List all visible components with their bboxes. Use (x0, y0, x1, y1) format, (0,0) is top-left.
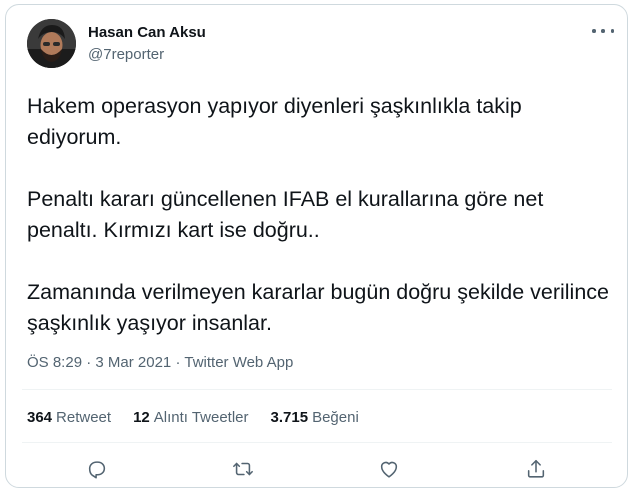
divider (22, 389, 612, 390)
likes-count: 3.715 (270, 409, 309, 426)
author-display-name[interactable]: Hasan Can Aksu (88, 24, 206, 41)
tweet-date[interactable]: 3 Mar 2021 (95, 354, 171, 371)
author-avatar[interactable] (27, 19, 76, 68)
tweet-paragraph: Penaltı kararı güncellenen IFAB el kural… (27, 187, 544, 242)
more-dot (601, 29, 605, 33)
tweet-time[interactable]: ÖS 8:29 (27, 354, 82, 371)
retweet-icon[interactable] (231, 457, 255, 481)
avatar-photo (27, 19, 76, 68)
like-icon[interactable] (377, 457, 401, 481)
likes-label: Beğeni (312, 409, 359, 426)
more-dot (592, 29, 596, 33)
quotes-stat[interactable]: 12 Alıntı Tweetler (133, 409, 248, 426)
retweets-label: Retweet (56, 409, 112, 426)
meta-separator: · (175, 354, 181, 371)
likes-stat[interactable]: 3.715 Beğeni (271, 409, 359, 426)
share-icon[interactable] (524, 457, 548, 481)
more-dot (610, 29, 614, 33)
more-options-icon[interactable] (592, 24, 614, 38)
author-handle[interactable]: @7reporter (88, 46, 164, 63)
reply-icon[interactable] (85, 457, 109, 481)
tweet-text: Hakem operasyon yapıyor diyenleri şaşkın… (27, 91, 617, 339)
tweet-paragraph: Hakem operasyon yapıyor diyenleri şaşkın… (27, 94, 522, 149)
action-bar (6, 457, 629, 481)
divider (22, 442, 612, 443)
retweets-count: 364 (27, 409, 53, 426)
tweet-source[interactable]: Twitter Web App (184, 354, 293, 371)
tweet-paragraph: Zamanında verilmeyen kararlar bugün doğr… (27, 280, 609, 335)
quotes-count: 12 (133, 409, 150, 426)
tweet-meta: ÖS 8:29 · 3 Mar 2021 · Twitter Web App (27, 354, 293, 371)
meta-separator: · (86, 354, 92, 371)
tweet-stats: 364 Retweet 12 Alıntı Tweetler 3.715 Beğeni (27, 409, 359, 426)
tweet-card: Hasan Can Aksu @7reporter Hakem operasyo… (5, 4, 628, 488)
quotes-label: Alıntı Tweetler (153, 409, 249, 426)
retweets-stat[interactable]: 364 Retweet (27, 409, 111, 426)
